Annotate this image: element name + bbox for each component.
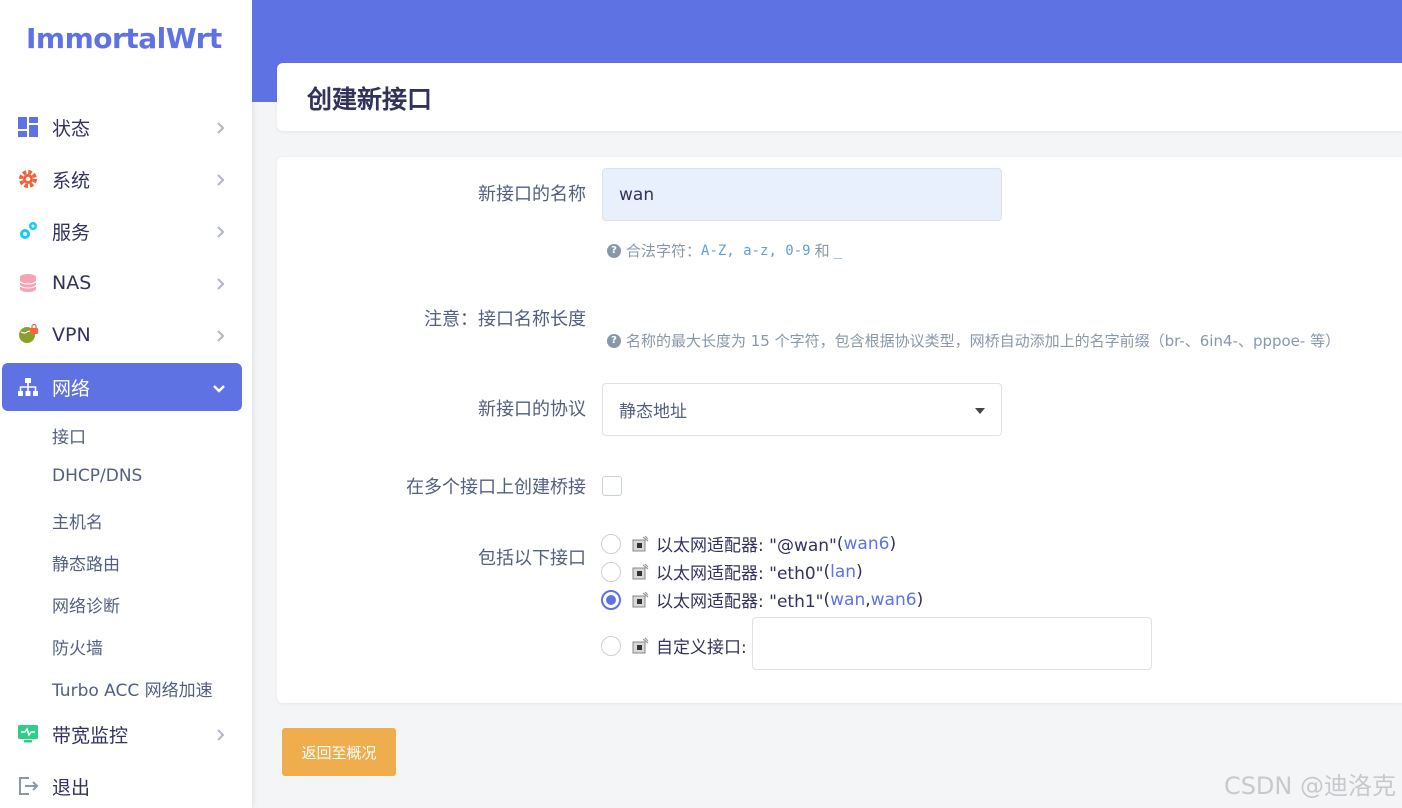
sidebar-item-label: 服务 <box>52 221 91 244</box>
sidebar-item-label: 网络 <box>52 377 91 400</box>
sidebar-item-network[interactable]: 网络 <box>2 363 242 411</box>
sidebar-item-vpn[interactable]: VPN <box>2 311 242 359</box>
sitemap-icon <box>17 376 39 398</box>
form-card: 新接口的名称 ? 合法字符： A-Z, a-z, 0-9 和 _ 注意：接口名称… <box>277 157 1402 703</box>
ethernet-icon <box>632 535 649 551</box>
sidebar-item-label: NAS <box>52 272 92 294</box>
interface-radio[interactable] <box>601 533 621 554</box>
interface-radio[interactable] <box>601 635 621 656</box>
sidebar: ImmortalWrt 状态 系统 服务 NAS VPN 网络 接口 DHCP/… <box>0 0 252 808</box>
sidebar-item-logout[interactable]: 退出 <box>2 762 242 808</box>
ethernet-icon <box>632 591 649 607</box>
page-title: 创建新接口 <box>307 85 433 114</box>
sidebar-item-services[interactable]: 服务 <box>2 207 242 255</box>
logout-icon <box>17 775 39 797</box>
chevron-right-icon <box>216 727 226 746</box>
ethernet-icon <box>632 637 649 653</box>
bridge-checkbox[interactable] <box>602 476 622 496</box>
protocol-selected-value: 静态地址 <box>619 402 687 422</box>
valid-chars: A-Z, a-z, 0-9 <box>701 242 811 259</box>
interface-radio-selected[interactable] <box>601 589 621 610</box>
interface-option-custom[interactable]: 自定义接口: <box>601 633 747 658</box>
sidebar-item-label: VPN <box>52 324 91 346</box>
sidebar-item-label: 带宽监控 <box>52 724 129 747</box>
chevron-right-icon <box>216 224 226 243</box>
interface-radio[interactable] <box>601 561 621 582</box>
chevron-down-icon <box>212 380 226 399</box>
chevron-right-icon <box>216 172 226 191</box>
protocol-select[interactable]: 静态地址 <box>602 383 1002 436</box>
sidebar-item-label: 退出 <box>52 776 91 799</box>
interface-option-eth1[interactable]: 以太网适配器: "eth1" (wan, wan6) <box>601 587 923 612</box>
sidebar-subitem-firewall[interactable]: 防火墙 <box>52 634 103 659</box>
include-label: 包括以下接口 <box>478 548 586 569</box>
note-label: 注意：接口名称长度 <box>424 309 586 330</box>
custom-interface-input[interactable] <box>752 617 1152 670</box>
monitor-icon <box>17 723 39 745</box>
interface-option-eth0[interactable]: 以太网适配器: "eth0" (lan) <box>601 559 863 584</box>
chevron-right-icon <box>216 276 226 295</box>
bridge-label: 在多个接口上创建桥接 <box>406 477 586 498</box>
chevron-right-icon <box>216 120 226 139</box>
app-logo[interactable]: ImmortalWrt <box>26 22 222 55</box>
watermark: CSDN @迪洛克 <box>1223 772 1396 800</box>
sidebar-item-status[interactable]: 状态 <box>2 103 242 151</box>
name-label: 新接口的名称 <box>478 184 586 205</box>
sidebar-item-nas[interactable]: NAS <box>2 259 242 307</box>
sidebar-subitem-turbo-acc[interactable]: Turbo ACC 网络加速 <box>52 676 213 701</box>
question-icon: ? <box>607 333 621 348</box>
question-icon: ? <box>607 243 621 258</box>
dashboard-icon <box>17 116 39 138</box>
underscore-char: _ <box>833 242 843 259</box>
database-icon <box>17 272 39 294</box>
interface-name-input[interactable] <box>602 168 1002 221</box>
sidebar-item-system[interactable]: 系统 <box>2 155 242 203</box>
interface-option-wan[interactable]: 以太网适配器: "@wan" (wan6) <box>601 531 896 556</box>
gears-icon <box>17 220 39 242</box>
network-link-wan[interactable]: wan <box>830 590 865 610</box>
sidebar-subitem-hostnames[interactable]: 主机名 <box>52 508 103 533</box>
chevron-right-icon <box>216 328 226 347</box>
network-link-wan6[interactable]: wan6 <box>844 534 890 554</box>
sidebar-subitem-static-routes[interactable]: 静态路由 <box>52 550 120 575</box>
sidebar-item-label: 系统 <box>52 169 91 192</box>
title-card: 创建新接口 <box>277 63 1402 131</box>
sidebar-subitem-interfaces[interactable]: 接口 <box>52 423 86 448</box>
caret-down-icon <box>975 408 985 414</box>
network-link-lan[interactable]: lan <box>830 562 856 582</box>
sidebar-subitem-dhcp-dns[interactable]: DHCP/DNS <box>52 466 142 486</box>
sidebar-item-bandwidth[interactable]: 带宽监控 <box>2 710 242 758</box>
protocol-label: 新接口的协议 <box>478 399 586 420</box>
gear-icon <box>17 168 39 190</box>
name-hint: ? 合法字符： A-Z, a-z, 0-9 和 _ <box>607 240 842 261</box>
back-to-overview-button[interactable]: 返回至概况 <box>282 728 396 776</box>
sidebar-subitem-diagnostics[interactable]: 网络诊断 <box>52 592 120 617</box>
note-hint: ? 名称的最大长度为 15 个字符，包含根据协议类型，网桥自动添加上的名字前缀（… <box>607 330 1340 351</box>
ethernet-icon <box>632 563 649 579</box>
globe-lock-icon <box>17 324 39 346</box>
sidebar-item-label: 状态 <box>52 117 91 140</box>
network-link-wan6[interactable]: wan6 <box>871 590 917 610</box>
